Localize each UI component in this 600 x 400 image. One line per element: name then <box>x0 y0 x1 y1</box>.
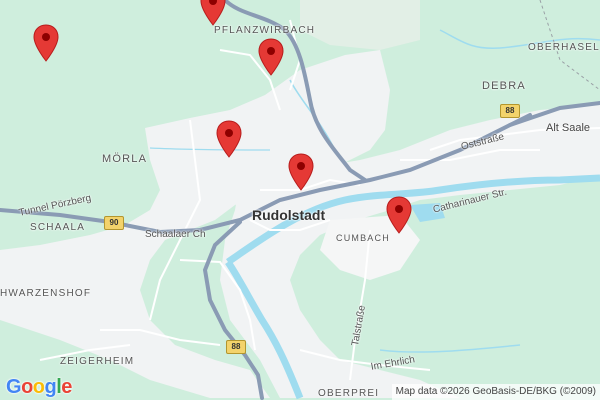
map-marker[interactable] <box>200 0 226 26</box>
google-logo: Google <box>6 376 72 399</box>
route-shield-b90: 90 <box>104 216 124 230</box>
route-shield-b88: 88 <box>500 104 520 118</box>
map-canvas[interactable]: PFLANZWIRBACH OBERHASEL DEBRA Alt Saale … <box>0 0 600 400</box>
google-logo-text: Google <box>6 376 72 398</box>
town-label-rudolstadt: Rudolstadt <box>252 207 326 223</box>
map-marker[interactable] <box>386 196 412 234</box>
place-label-pflanzwirbach: PFLANZWIRBACH <box>214 25 316 36</box>
place-label-morla: MÖRLA <box>102 153 148 165</box>
place-label-schaala: SCHAALA <box>30 222 86 233</box>
urban-area <box>300 0 420 50</box>
place-label-cumbach: CUMBACH <box>336 233 390 243</box>
map-attribution[interactable]: Map data ©2026 GeoBasis-DE/BKG (©2009) <box>391 384 600 400</box>
map-marker[interactable] <box>216 120 242 158</box>
route-shield-b88: 88 <box>226 340 246 354</box>
road-label-alt-saale: Alt Saale <box>546 122 591 134</box>
map-marker[interactable] <box>288 153 314 191</box>
stream <box>379 344 521 353</box>
road-label-schaalaer: Schaalaer Ch <box>145 229 206 240</box>
place-label-oberpreilipp: OBERPREI <box>318 388 380 399</box>
place-label-schwarzenshof: HWARZENSHOF <box>0 288 92 299</box>
place-label-debra: DEBRA <box>482 80 526 92</box>
map-marker[interactable] <box>33 24 59 62</box>
map-marker[interactable] <box>258 38 284 76</box>
place-label-oberhasel: OBERHASEL <box>528 42 600 53</box>
place-label-zeigerheim: ZEIGERHEIM <box>60 356 135 367</box>
